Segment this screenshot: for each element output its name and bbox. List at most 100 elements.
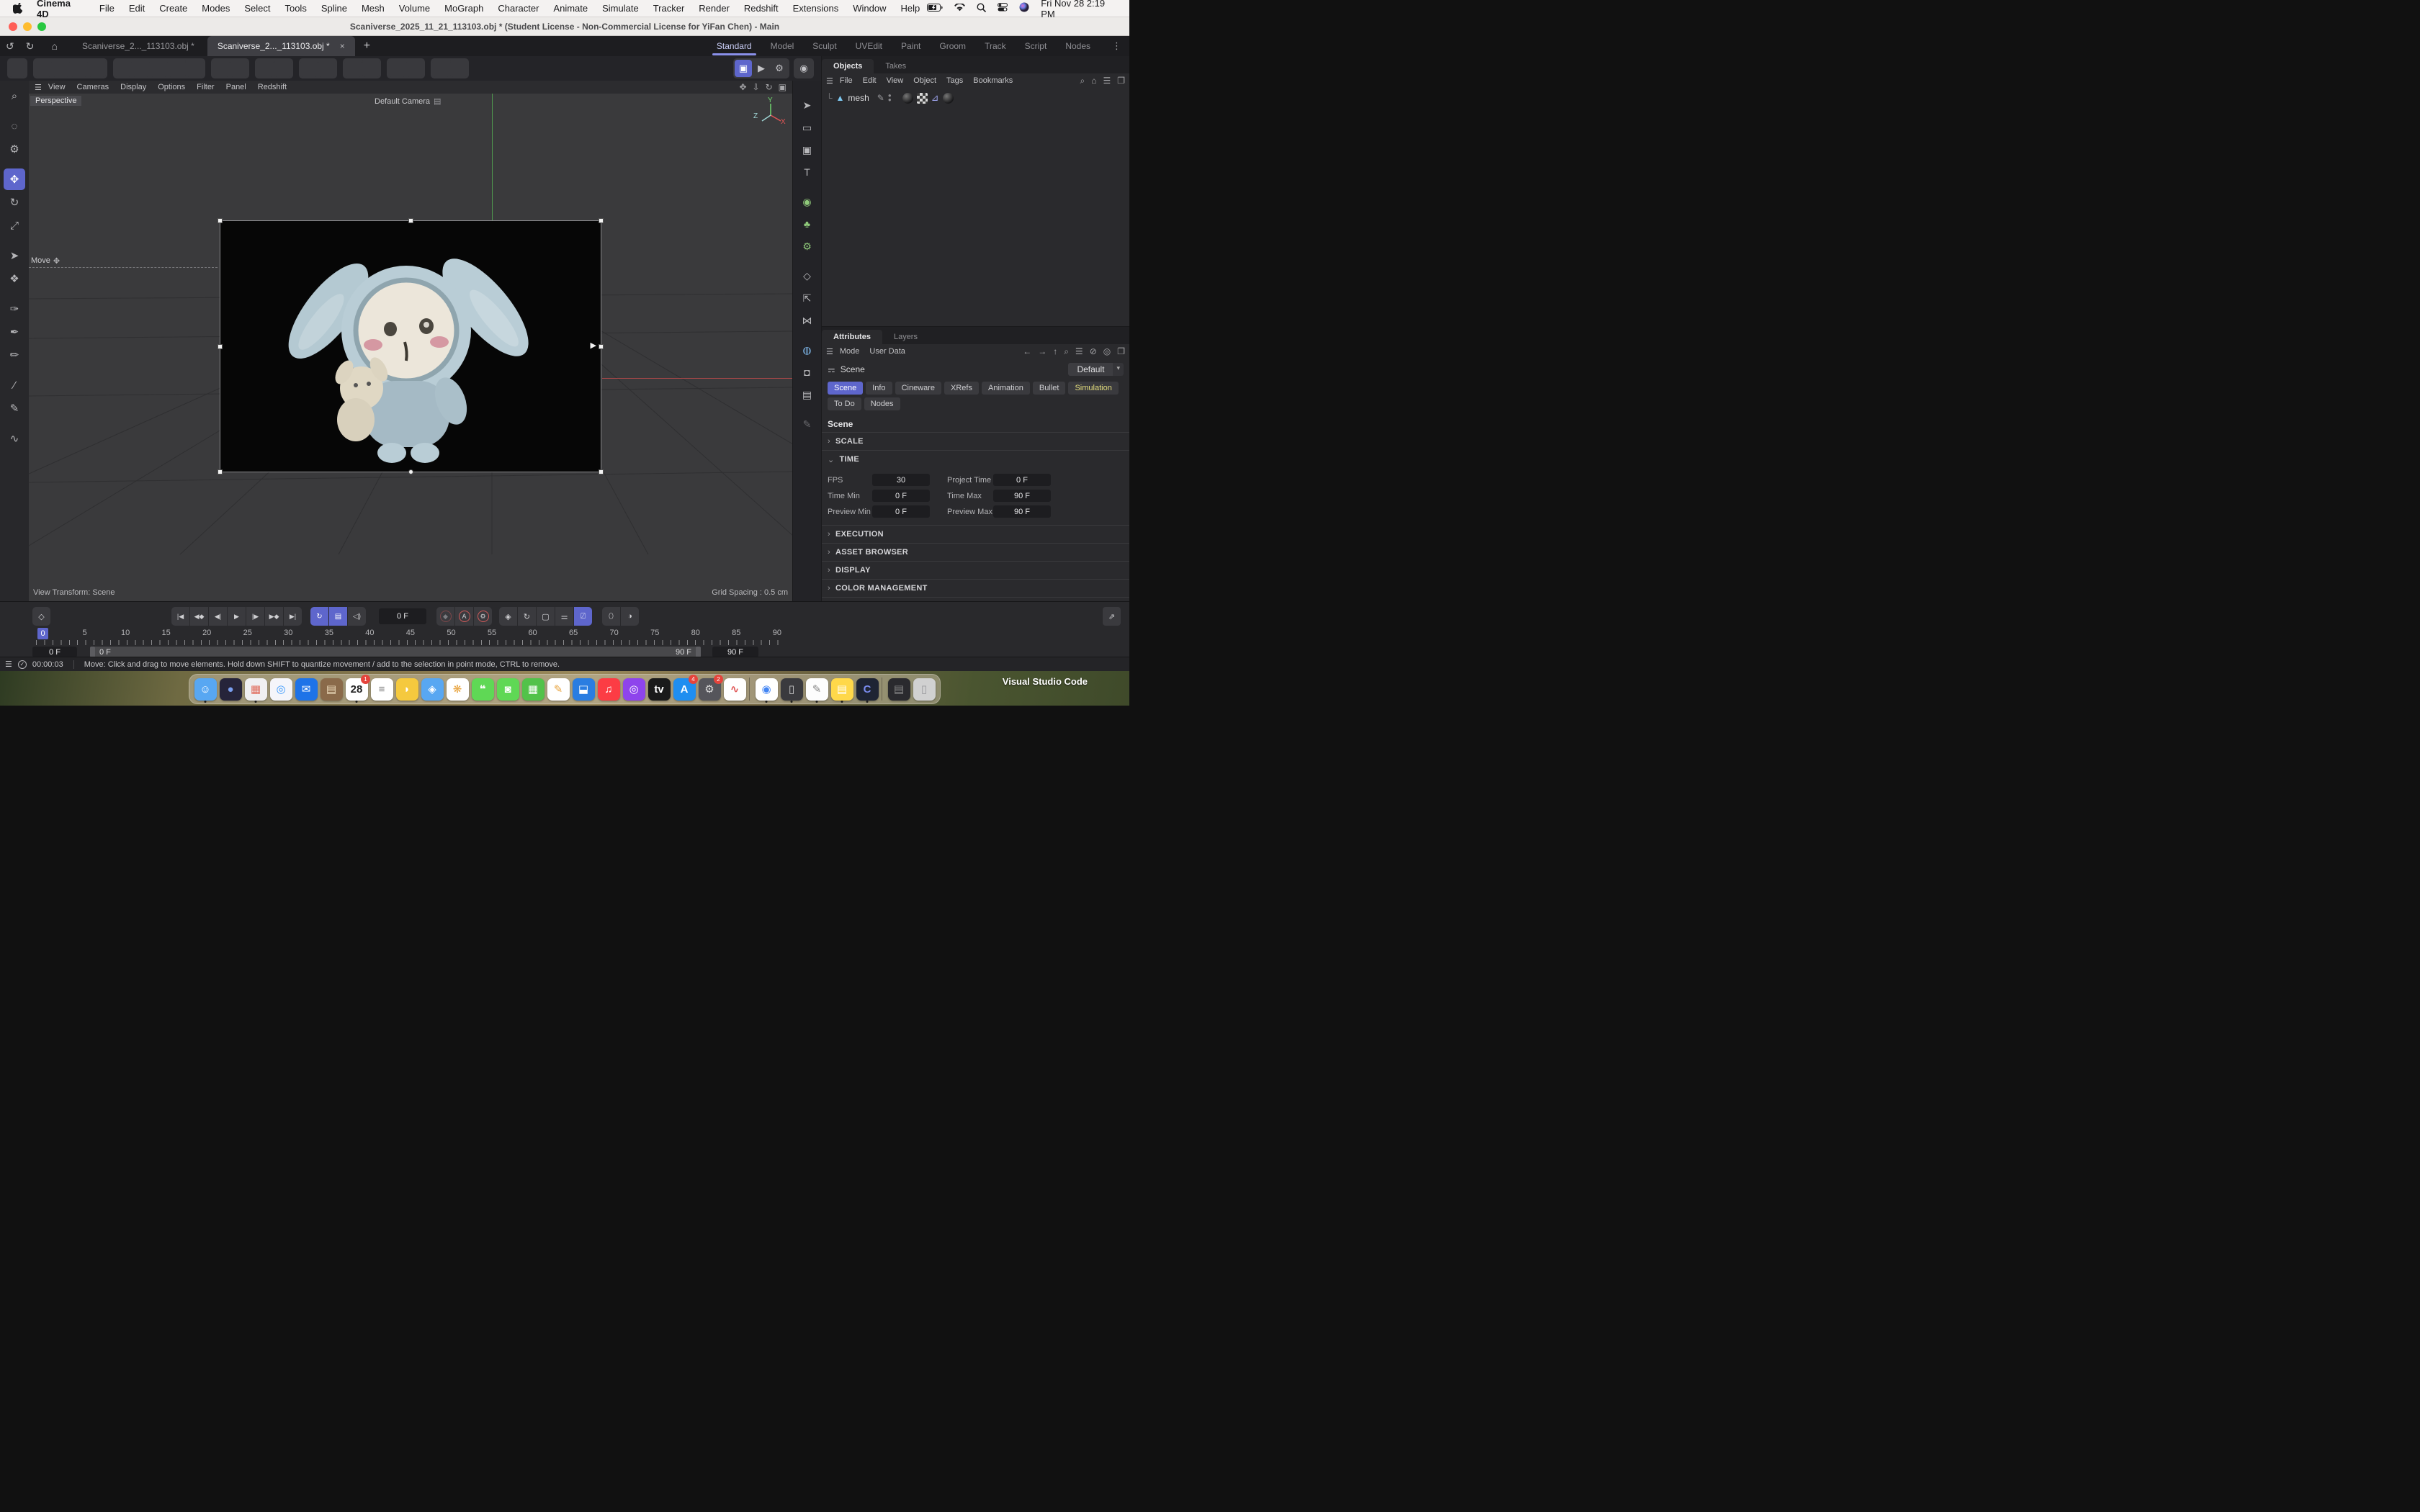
viewport-menu-item[interactable]: Panel <box>220 83 252 91</box>
palette-tool-button[interactable]: ◍ <box>797 340 817 360</box>
dock-item[interactable]: ❋ <box>446 675 469 703</box>
palette-tool-button[interactable]: ◇ <box>797 266 817 286</box>
toolbar-button[interactable] <box>256 60 274 77</box>
toolbar-button[interactable] <box>450 60 467 77</box>
toolbar-button[interactable] <box>230 60 248 77</box>
viewport-menu-item[interactable]: Filter <box>191 83 220 91</box>
document-tab-active[interactable]: Scaniverse_2..._113103.obj * × <box>207 36 355 56</box>
dock-item[interactable]: ▤ <box>830 675 853 703</box>
palette-tool-button[interactable]: ➤ <box>797 95 817 115</box>
key-filter-button[interactable]: ▢ <box>537 607 555 626</box>
playback-toggle-button[interactable]: ◁) <box>348 607 366 626</box>
dock-item[interactable]: ◙ <box>496 675 519 703</box>
palette-tool-button[interactable]: ▭ <box>797 117 817 138</box>
palette-tool-button[interactable]: ✎ <box>797 414 817 434</box>
field-value[interactable]: 0 F <box>872 505 930 518</box>
menu-item[interactable]: Animate <box>546 3 595 14</box>
tool-button[interactable]: ✒ <box>4 321 25 343</box>
viewport-menu-item[interactable]: Options <box>152 83 191 91</box>
objects-panel-icon[interactable]: ⌂ <box>1091 76 1096 86</box>
tool-button[interactable]: ✏ <box>4 344 25 366</box>
key-filter-button[interactable]: ↻ <box>518 607 536 626</box>
attributes-nav-icon[interactable]: ← <box>1023 346 1031 357</box>
attribute-tab[interactable]: Bullet <box>1033 382 1066 395</box>
transport-button[interactable]: |▶ <box>246 607 264 626</box>
vscode-window-label[interactable]: Visual Studio Code <box>1003 676 1088 687</box>
record-button[interactable]: A <box>455 607 473 626</box>
range-end-handle[interactable] <box>696 647 701 657</box>
tool-button[interactable]: ✑ <box>4 298 25 320</box>
field-value[interactable]: 90 F <box>993 505 1051 518</box>
selection-handle[interactable] <box>218 469 223 474</box>
menu-item[interactable]: Edit <box>122 3 152 14</box>
toolbar-button[interactable] <box>71 60 88 77</box>
dock-item[interactable]: ◎ <box>269 675 292 703</box>
menu-item[interactable]: Extensions <box>786 3 846 14</box>
viewport-hamburger-icon[interactable]: ☰ <box>35 83 41 92</box>
axis-gizmo[interactable]: Y Z X <box>753 99 785 128</box>
document-tab-inactive[interactable]: Scaniverse_2..._113103.obj * <box>69 41 207 51</box>
current-frame-field[interactable]: 0 F <box>379 608 426 624</box>
dock-item[interactable]: ◈ <box>421 675 444 703</box>
dock-item[interactable]: ❝ <box>471 675 494 703</box>
toolbar-button[interactable] <box>53 60 70 77</box>
objects-menu-item[interactable]: File <box>835 76 858 85</box>
toolbar-button[interactable] <box>344 60 362 77</box>
menu-item[interactable]: Select <box>237 3 277 14</box>
attribute-tab[interactable]: Simulation <box>1068 382 1118 395</box>
attribute-tab[interactable]: Scene <box>828 382 863 395</box>
tool-button[interactable]: ↻ <box>4 192 25 213</box>
transport-button[interactable]: |◀ <box>171 607 189 626</box>
attribute-tab[interactable]: To Do <box>828 397 861 410</box>
zoom-window-button[interactable] <box>37 22 46 31</box>
selection-handle[interactable] <box>408 218 413 223</box>
attribute-tab[interactable]: Animation <box>982 382 1030 395</box>
menu-item[interactable]: Character <box>490 3 546 14</box>
toolbar-button[interactable] <box>169 60 186 77</box>
visibility-dots[interactable]: ●● <box>888 94 892 102</box>
transport-button[interactable]: ▶| <box>284 607 302 626</box>
dock-item[interactable]: ∿ <box>723 675 746 703</box>
selection-handle[interactable] <box>599 469 604 474</box>
axis-band-arrow-icon[interactable]: ▶ <box>591 341 596 350</box>
panel-tab[interactable]: Objects <box>822 59 874 73</box>
palette-tool-button[interactable]: ◘ <box>797 362 817 382</box>
attributes-menu-item[interactable]: Mode <box>835 347 865 356</box>
tool-button[interactable]: ◌ <box>4 115 25 137</box>
attributes-nav-icon[interactable]: ❐ <box>1117 346 1125 357</box>
field-value[interactable]: 30 <box>872 474 930 486</box>
record-extra-button[interactable]: ⬯ <box>602 607 620 626</box>
dock-item[interactable]: ✎ <box>547 675 570 703</box>
material-tag-icon[interactable] <box>902 93 913 104</box>
dock-item[interactable]: C <box>856 675 879 703</box>
menu-item[interactable]: Simulate <box>595 3 646 14</box>
attributes-nav-icon[interactable]: ↑ <box>1053 346 1057 357</box>
menu-item[interactable]: Help <box>893 3 927 14</box>
toolbar-button[interactable] <box>151 60 168 77</box>
objects-menu-item[interactable]: Object <box>908 76 941 85</box>
material-sphere-button[interactable]: ◉ <box>795 60 812 77</box>
selection-handle[interactable] <box>218 218 223 223</box>
toolbar-button[interactable] <box>362 60 380 77</box>
attributes-menu-item[interactable]: User Data <box>864 347 910 356</box>
menu-item[interactable]: Create <box>152 3 194 14</box>
dock-item[interactable]: ● <box>219 675 242 703</box>
transport-button[interactable]: ◀◆ <box>190 607 208 626</box>
key-filter-button[interactable]: ⍁ <box>574 607 592 626</box>
toolbar-button[interactable] <box>9 60 26 77</box>
menu-item[interactable]: Window <box>846 3 893 14</box>
palette-tool-button[interactable]: ▤ <box>797 384 817 405</box>
phong-tag-icon[interactable]: ⊿ <box>931 92 939 104</box>
transport-button[interactable]: ◀| <box>209 607 227 626</box>
apple-logo-icon[interactable] <box>13 3 22 14</box>
toolbar-button[interactable] <box>318 60 336 77</box>
dock-item[interactable]: ▤ <box>887 675 910 703</box>
toolbar-button[interactable] <box>89 60 106 77</box>
selection-handle[interactable] <box>408 469 413 474</box>
spotlight-search-icon[interactable] <box>977 3 986 14</box>
viewport-menu-item[interactable]: Cameras <box>71 83 115 91</box>
objects-panel-icon[interactable]: ❐ <box>1117 76 1125 86</box>
attribute-tab[interactable]: XRefs <box>944 382 979 395</box>
layout-tab[interactable]: Paint <box>892 37 929 55</box>
toolbar-button[interactable] <box>406 60 424 77</box>
